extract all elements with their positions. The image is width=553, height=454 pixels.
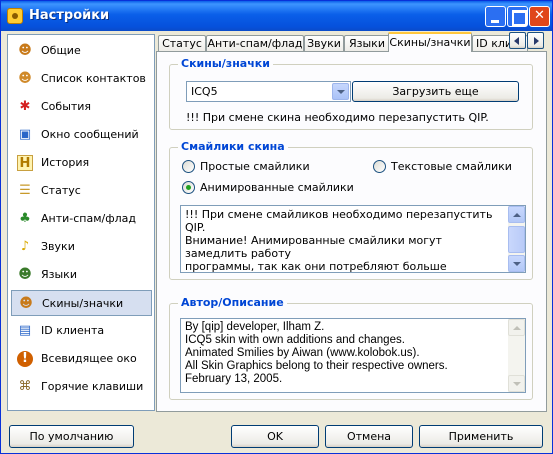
sidebar-item-label: Горячие клавиши [41,380,144,393]
author-scrollbar[interactable] [508,319,525,392]
tab-status[interactable]: Статус [158,35,206,52]
tab-strip: Статус Анти-спам/флад Звуки Языки Скины/… [156,32,546,52]
smileys-info-text: !!! При смене смайликов необходимо перез… [185,208,493,273]
sidebar-item-history[interactable]: H История [11,150,152,176]
cancel-button[interactable]: Отмена [325,425,413,448]
skin-select[interactable]: ICQ5 [186,81,351,102]
radio-label: Простые смайлики [200,160,310,173]
tab-sounds[interactable]: Звуки [304,35,344,52]
author-text: By [qip] developer, Ilham Z. ICQ5 skin w… [185,321,448,385]
sidebar-item-events[interactable]: ✱ События [11,94,152,120]
sidebar-item-general[interactable]: ☻ Общие [11,38,152,64]
animated-smileys-radio[interactable]: Анимированные смайлики [182,181,362,195]
status-icon: ☰ [19,183,31,198]
user-icon: ☻ [18,43,32,58]
scroll-down-icon[interactable] [508,375,525,392]
sidebar-item-skins[interactable]: ☻ Скины/значки [11,290,152,316]
radio-label: Текстовые смайлики [391,160,512,173]
tab-scroll-left-button[interactable] [509,32,526,49]
antispam-icon: ♣ [19,211,31,226]
apply-button[interactable]: Применить [419,425,543,448]
skin-restart-note: !!! При смене скина необходимо перезапус… [186,111,489,124]
languages-icon: ☻ [18,267,32,282]
sidebar-item-label: Всевидящее око [41,352,137,365]
sidebar-item-label: События [41,100,92,113]
sounds-icon: ♪ [20,239,30,254]
sidebar-item-hotkeys[interactable]: ⌘ Горячие клавиши [11,374,152,400]
all-seeing-eye-icon: ! [17,351,33,367]
scroll-down-icon[interactable] [508,255,525,272]
skins-panel: Скины/значки ICQ5 Загрузить еще !!! При … [156,51,547,412]
sidebar-item-label: Окно сообщений [41,128,139,141]
radio-circle[interactable] [182,160,195,173]
sidebar-item-label: История [41,156,90,169]
tab-languages[interactable]: Языки [344,35,390,52]
sidebar-item-label: Анти-спам/флад [41,212,137,225]
skins-group-title: Скины/значки [178,57,273,70]
sidebar-item-message-window[interactable]: ▣ Окно сообщений [11,122,152,148]
sidebar-item-label: Звуки [41,240,75,253]
message-window-icon: ▣ [18,127,32,142]
sidebar-item-label: ID клиента [41,324,105,337]
author-group: Автор/Описание By [qip] developer, Ilham… [169,296,533,400]
client-id-icon: ▤ [18,323,32,338]
skins-group: Скины/значки ICQ5 Загрузить еще !!! При … [169,57,533,130]
title-bar[interactable]: Настройки ✕ [1,1,552,31]
smileys-group-title: Смайлики скина [178,140,288,153]
radio-circle[interactable] [373,160,386,173]
settings-sidebar: ☻ Общие ☻ Список контактов ✱ События ▣ О… [7,34,155,411]
sidebar-item-client-id[interactable]: ▤ ID клиента [11,318,152,344]
sidebar-item-label: Общие [41,44,81,57]
radio-circle-checked[interactable] [182,181,195,194]
radio-label: Анимированные смайлики [200,181,354,194]
scroll-up-icon[interactable] [508,206,525,223]
smileys-info-scrollbar[interactable] [508,206,525,272]
maximize-button[interactable] [507,6,528,27]
sidebar-item-antispam[interactable]: ♣ Анти-спам/флад [11,206,152,232]
ok-button[interactable]: OK [231,425,319,448]
sidebar-item-label: Языки [41,268,77,281]
author-group-title: Автор/Описание [178,296,287,309]
settings-window: Настройки ✕ ☻ Общие ☻ Список контактов ✱… [0,0,553,454]
minimize-button[interactable] [485,6,506,27]
defaults-button[interactable]: По умолчанию [9,425,134,448]
sidebar-item-contacts[interactable]: ☻ Список контактов [11,66,152,92]
hotkeys-icon: ⌘ [18,379,32,394]
tab-antispam[interactable]: Анти-спам/флад [206,35,304,52]
scroll-thumb[interactable] [508,226,525,253]
window-title: Настройки [29,8,110,23]
contacts-icon: ☻ [18,71,32,86]
sidebar-item-languages[interactable]: ☻ Языки [11,262,152,288]
scroll-up-icon[interactable] [508,319,525,336]
smileys-info-memo[interactable]: !!! При смене смайликов необходимо перез… [180,205,526,273]
skin-select-value: ICQ5 [191,85,218,98]
sidebar-item-all-seeing-eye[interactable]: ! Всевидящее око [11,346,152,372]
simple-smileys-radio[interactable]: Простые смайлики [182,160,322,174]
smileys-group: Смайлики скина Простые смайлики Текстовы… [169,140,533,280]
sidebar-item-label: Список контактов [41,72,146,85]
skins-icon: ☻ [19,296,33,311]
sidebar-item-label: Статус [41,184,81,197]
events-icon: ✱ [19,99,31,114]
author-memo[interactable]: By [qip] developer, Ilham Z. ICQ5 skin w… [180,318,526,393]
arrow-right-icon [534,37,539,45]
history-icon: H [17,155,33,171]
text-smileys-radio[interactable]: Текстовые смайлики [373,160,523,174]
sidebar-item-status[interactable]: ☰ Статус [11,178,152,204]
close-button[interactable]: ✕ [529,6,550,27]
app-icon [7,8,23,24]
tab-skins[interactable]: Скины/значки [388,32,472,52]
sidebar-item-sounds[interactable]: ♪ Звуки [11,234,152,260]
chevron-down-icon[interactable] [332,83,349,100]
tab-scroll-right-button[interactable] [527,32,544,49]
sidebar-item-label: Скины/значки [42,297,124,310]
load-more-button[interactable]: Загрузить еще [352,81,519,102]
arrow-left-icon [514,37,519,45]
